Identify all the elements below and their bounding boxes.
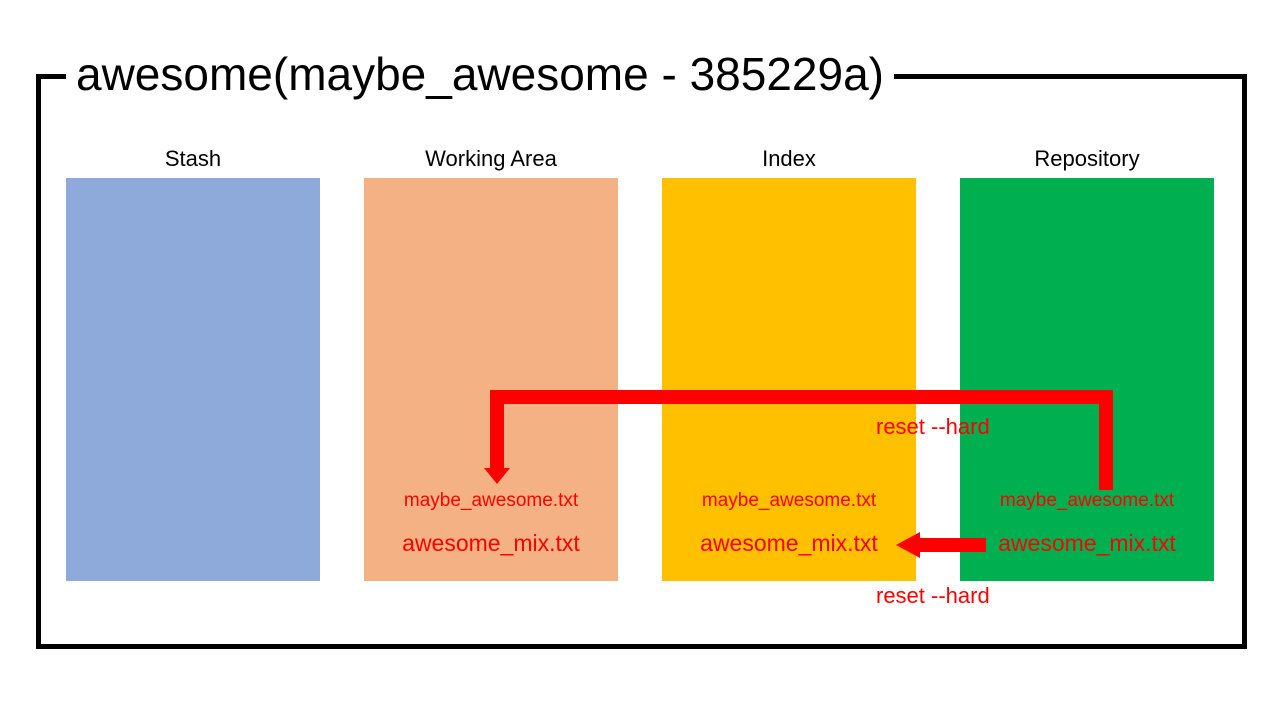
- index-file-awesome-mix: awesome_mix.txt: [700, 530, 878, 556]
- repository-file-maybe-awesome: maybe_awesome.txt: [999, 490, 1175, 511]
- arrow-label-top: reset --hard: [876, 414, 990, 439]
- working-area-file-maybe-awesome: maybe_awesome.txt: [403, 490, 579, 511]
- arrow-label-bottom: reset --hard: [876, 583, 990, 608]
- arrows-layer: [484, 390, 1113, 558]
- reset-hard-arrow-top: [484, 390, 1113, 490]
- repository-file-awesome-mix: awesome_mix.txt: [998, 530, 1176, 556]
- working-area-file-awesome-mix: awesome_mix.txt: [402, 530, 580, 556]
- index-file-maybe-awesome: maybe_awesome.txt: [701, 490, 877, 511]
